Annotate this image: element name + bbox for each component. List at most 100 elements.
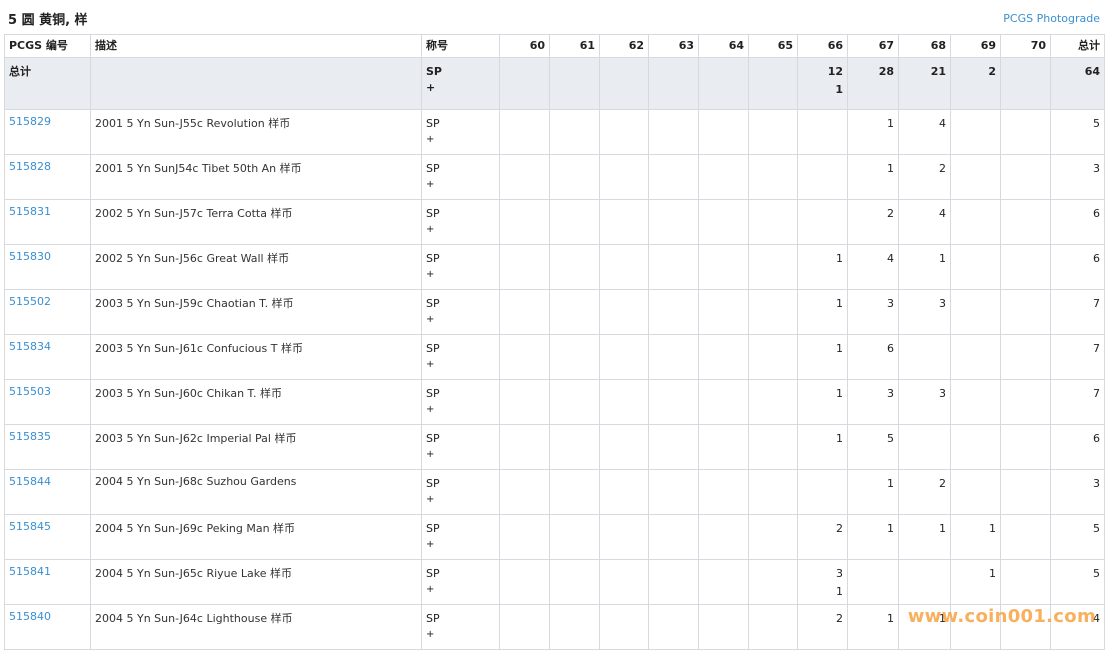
col-header-designation[interactable]: 称号 (421, 34, 500, 58)
totals-grade-61 (549, 57, 600, 110)
pcgs-number-link[interactable]: 515828 (9, 160, 51, 173)
grade-64-cell (698, 154, 749, 200)
pcgs-number-link[interactable]: 515845 (9, 520, 51, 533)
grade-60-cell (499, 514, 550, 560)
pcgs-number-link[interactable]: 515835 (9, 430, 51, 443)
grade-67-cell: 1 (847, 514, 899, 560)
grade-68-cell: 2 (898, 469, 951, 515)
pcgs-number-cell: 515830 (4, 244, 91, 290)
col-header-grade-66[interactable]: 66 (797, 34, 848, 58)
grade-67-cell: 6 (847, 334, 899, 380)
row-total-cell: 7 (1050, 289, 1105, 335)
grade-65-cell (748, 334, 798, 380)
grade-60-cell (499, 244, 550, 290)
designation-plus: + (426, 539, 435, 550)
grade-62-cell (599, 379, 649, 425)
designation-plus: + (426, 314, 435, 325)
grade-69-cell (950, 289, 1001, 335)
table-row: 515831 2002 5 Yn Sun-J57c Terra Cotta 样币 S… (4, 199, 1105, 245)
watermark: www.coin001.com (907, 606, 1096, 627)
grade-66-cell (797, 154, 848, 200)
grade-63-cell (648, 154, 699, 200)
designation-cell: SP + (421, 469, 500, 515)
pcgs-number-link[interactable]: 515829 (9, 115, 51, 128)
grade-64-cell (698, 559, 749, 605)
grade-61-cell (549, 244, 600, 290)
table-row: 515830 2002 5 Yn Sun-J56c Great Wall 样币 SP… (4, 244, 1105, 290)
pcgs-number-link[interactable]: 515841 (9, 565, 51, 578)
designation-plus: + (426, 494, 435, 505)
grade-63-cell (648, 559, 699, 605)
table-row: 515835 2003 5 Yn Sun-J62c Imperial Pal 样币… (4, 424, 1105, 470)
row-total-cell: 6 (1050, 199, 1105, 245)
grade-68-cell: 2 (898, 154, 951, 200)
grade-61-cell (549, 559, 600, 605)
grade-67-cell: 1 (847, 469, 899, 515)
grade-66-cell: 1 (797, 424, 848, 470)
grade-64-cell (698, 424, 749, 470)
designation-plus: + (426, 269, 435, 280)
grade-66-cell: 1 (797, 289, 848, 335)
grade-62-cell (599, 289, 649, 335)
grade-65-cell (748, 469, 798, 515)
row-total-cell: 6 (1050, 244, 1105, 290)
pcgs-number-cell: 515844 (4, 469, 91, 515)
grade-63-cell (648, 199, 699, 245)
totals-designation: SP + (421, 57, 500, 110)
grade-69-cell (950, 379, 1001, 425)
grade-66-cell: 2 (797, 514, 848, 560)
col-header-grade-70[interactable]: 70 (1000, 34, 1051, 58)
grade-67-cell: 3 (847, 379, 899, 425)
grade-67-cell: 4 (847, 244, 899, 290)
grade-68-cell: 1 (898, 244, 951, 290)
pcgs-number-cell: 515828 (4, 154, 91, 200)
col-header-desc[interactable]: 描述 (90, 34, 422, 58)
col-header-grade-69[interactable]: 69 (950, 34, 1001, 58)
totals-grade-60 (499, 57, 550, 110)
description-cell: 2004 5 Yn Sun-J65c Riyue Lake 样币 (90, 559, 422, 605)
pcgs-number-link[interactable]: 515840 (9, 610, 51, 623)
grade-65-cell (748, 244, 798, 290)
col-header-grade-60[interactable]: 60 (499, 34, 550, 58)
grade-61-cell (549, 334, 600, 380)
table-row: 515845 2004 5 Yn Sun-J69c Peking Man 样币 SP… (4, 514, 1105, 560)
row-total-cell: 7 (1050, 334, 1105, 380)
grade-61-cell (549, 154, 600, 200)
col-header-grade-61[interactable]: 61 (549, 34, 600, 58)
table-row: 515503 2003 5 Yn Sun-J60c Chikan T. 样币 SP +… (4, 379, 1105, 425)
pcgs-number-link[interactable]: 515844 (9, 475, 51, 488)
grade-68-cell (898, 424, 951, 470)
col-header-grade-65[interactable]: 65 (748, 34, 798, 58)
pcgs-number-link[interactable]: 515503 (9, 385, 51, 398)
grade-64-cell (698, 334, 749, 380)
totals-grade-62 (599, 57, 649, 110)
designation-text: SP (426, 477, 440, 490)
pcgs-number-link[interactable]: 515831 (9, 205, 51, 218)
pcgs-number-link[interactable]: 515834 (9, 340, 51, 353)
grade-63-cell (648, 514, 699, 560)
description-cell: 2004 5 Yn Sun-J69c Peking Man 样币 (90, 514, 422, 560)
col-header-grade-67[interactable]: 67 (847, 34, 899, 58)
grade-60-cell (499, 424, 550, 470)
pcgs-number-link[interactable]: 515502 (9, 295, 51, 308)
col-header-total[interactable]: 总计 (1050, 34, 1105, 58)
grade-64-cell (698, 469, 749, 515)
designation-text: SP (426, 117, 440, 130)
grade-70-cell (1000, 199, 1051, 245)
designation-text: SP (426, 432, 440, 445)
totals-label: 总计 (4, 57, 91, 110)
pcgs-photograde-link[interactable]: PCGS Photograde (1003, 12, 1100, 25)
col-header-grade-64[interactable]: 64 (698, 34, 749, 58)
col-header-grade-62[interactable]: 62 (599, 34, 649, 58)
col-header-grade-63[interactable]: 63 (648, 34, 699, 58)
pcgs-number-cell: 515845 (4, 514, 91, 560)
grade-70-cell (1000, 469, 1051, 515)
description-cell: 2004 5 Yn Sun-J68c Suzhou Gardens (90, 469, 422, 515)
pcgs-number-cell: 515841 (4, 559, 91, 605)
totals-grade-63 (648, 57, 699, 110)
population-table: PCGS 编号 描述 称号 60 61 62 63 64 65 66 67 68 69 70 总计 总… (4, 34, 1105, 650)
grade-61-cell (549, 109, 600, 155)
col-header-pcgs[interactable]: PCGS 编号 (4, 34, 91, 58)
col-header-grade-68[interactable]: 68 (898, 34, 951, 58)
pcgs-number-link[interactable]: 515830 (9, 250, 51, 263)
